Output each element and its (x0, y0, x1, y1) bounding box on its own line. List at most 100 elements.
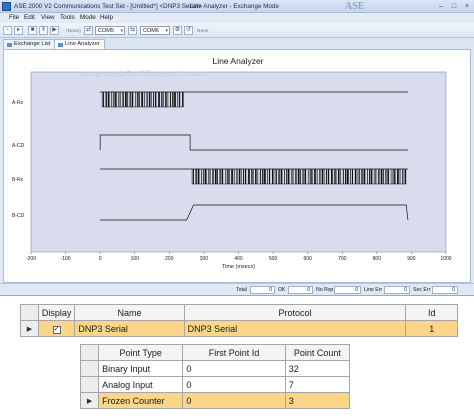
point-type-cell[interactable]: Binary Input (98, 360, 184, 377)
new-icon[interactable]: ▫ (3, 26, 12, 35)
series-bit (345, 169, 347, 184)
series-bit (248, 169, 250, 184)
row-header-corner (20, 304, 39, 321)
none-label: (None) (66, 29, 81, 34)
col-point-type[interactable]: Point Type (98, 344, 184, 361)
series-bit (136, 92, 138, 107)
series-bit (387, 169, 389, 184)
table-row[interactable]: Analog Input 0 7 (79, 376, 351, 393)
maximize-icon[interactable]: □ (449, 2, 459, 11)
menu-file[interactable]: File (9, 14, 19, 21)
point-count-cell[interactable]: 7 (284, 376, 351, 393)
series-bit (268, 169, 271, 184)
display-checkbox[interactable]: ✓ (52, 326, 61, 334)
series-bit (380, 169, 383, 184)
line-analyzer-chart[interactable]: -200 -100 0 100 200 300 400 500 600 700 800 900 1000… (4, 50, 472, 284)
series-bit (325, 169, 327, 184)
tab-bar: Exchange List Line Analyzer (0, 38, 474, 49)
x-tick-label: 600 (303, 256, 312, 262)
row-selector-arrow-icon[interactable]: ▶ (79, 392, 100, 409)
no-rsp-value: 0 (334, 286, 361, 294)
menu-view[interactable]: View (41, 14, 55, 21)
series-bit (354, 169, 357, 184)
series-bit (275, 169, 277, 184)
port-icon[interactable]: ⇄ (84, 26, 93, 35)
table-row[interactable]: Binary Input 0 32 (79, 360, 351, 377)
series-bit (373, 169, 375, 184)
row-selector[interactable] (79, 360, 100, 377)
sec-err-label: Sec Err (413, 287, 431, 293)
table-row[interactable]: ▶ ✓ DNP3 Serial DNP3 Serial 1 (20, 320, 458, 337)
col-id[interactable]: Id (405, 304, 458, 321)
series-bit (182, 92, 184, 107)
series-bit (122, 92, 124, 107)
series-bit (115, 92, 117, 107)
name-cell[interactable]: DNP3 Serial (74, 320, 185, 337)
series-bit (342, 169, 344, 184)
point-type-cell[interactable]: Frozen Counter (98, 392, 184, 409)
series-bit (177, 92, 179, 107)
com-port-b-select[interactable]: COM6 ▾ (140, 26, 170, 35)
series-bit (240, 169, 242, 184)
protocol-icon[interactable]: ↺ (184, 26, 193, 35)
col-name[interactable]: Name (74, 304, 185, 321)
row-selector[interactable] (79, 376, 100, 393)
status-bar: Total 0 OK 0 No Rsp 0 Line Err 0 Sec Err… (0, 283, 474, 295)
series-bit (280, 169, 283, 184)
series-bit (397, 169, 399, 184)
col-display[interactable]: Display (37, 304, 76, 321)
series-bit (125, 92, 127, 107)
protocol-cell[interactable]: DNP3 Serial (183, 320, 407, 337)
stop-icon[interactable]: ■ (28, 26, 37, 35)
open-icon[interactable]: ▸ (14, 26, 23, 35)
chevron-down-icon: ▾ (120, 28, 123, 34)
menu-mode[interactable]: Mode (80, 14, 96, 21)
col-point-count[interactable]: Point Count (284, 344, 351, 361)
first-point-cell[interactable]: 0 (182, 360, 286, 377)
first-point-cell[interactable]: 0 (182, 392, 286, 409)
series-bit (219, 169, 221, 184)
point-count-cell[interactable]: 3 (284, 392, 351, 409)
series-bit (174, 92, 176, 107)
series-bit (316, 169, 318, 184)
x-tick-label: 1000 (440, 256, 451, 262)
series-bit (369, 169, 371, 184)
series-bit (309, 169, 311, 184)
display-cell[interactable]: ✓ (37, 320, 76, 337)
menu-help[interactable]: Help (100, 14, 113, 21)
x-tick-label: 100 (131, 256, 140, 262)
x-tick-label: 500 (269, 256, 278, 262)
no-rsp-label: No Rsp (316, 287, 334, 293)
pause-icon[interactable]: ‖ (39, 26, 48, 35)
series-bit (404, 169, 407, 184)
series-bit (274, 169, 276, 184)
first-point-cell[interactable]: 0 (182, 376, 286, 393)
series-bit (252, 169, 254, 184)
table-row[interactable]: ▶ Frozen Counter 0 3 (79, 392, 351, 409)
tab-line-analyzer[interactable]: Line Analyzer (54, 39, 105, 49)
com-port-a-select[interactable]: COM5 ▾ (95, 26, 125, 35)
row-selector-arrow-icon[interactable]: ▶ (20, 320, 39, 337)
minimize-icon[interactable]: – (436, 2, 446, 11)
col-first-point-id[interactable]: First Point Id (182, 344, 286, 361)
point-type-cell[interactable]: Analog Input (98, 376, 184, 393)
menu-edit[interactable]: Edit (24, 14, 35, 21)
line-err-value: 0 (384, 286, 410, 294)
id-cell[interactable]: 1 (405, 320, 458, 337)
series-bit (321, 169, 324, 184)
series-bit (392, 169, 394, 184)
menu-tools[interactable]: Tools (60, 14, 75, 21)
point-count-cell[interactable]: 32 (284, 360, 351, 377)
series-bit (383, 169, 384, 184)
close-icon[interactable]: × (462, 2, 472, 11)
swap-icon[interactable]: ⇆ (128, 26, 137, 35)
tab-exchange-list[interactable]: Exchange List (3, 39, 56, 49)
series-bit (236, 169, 238, 184)
series-bit (311, 169, 313, 184)
device-grid-header: Display Name Protocol Id (20, 304, 458, 321)
settings-icon[interactable]: ⚙ (173, 26, 182, 35)
series-bit (209, 169, 211, 184)
run-icon[interactable]: ▶ (50, 26, 59, 35)
col-protocol[interactable]: Protocol (183, 304, 407, 321)
series-bit (295, 169, 297, 184)
